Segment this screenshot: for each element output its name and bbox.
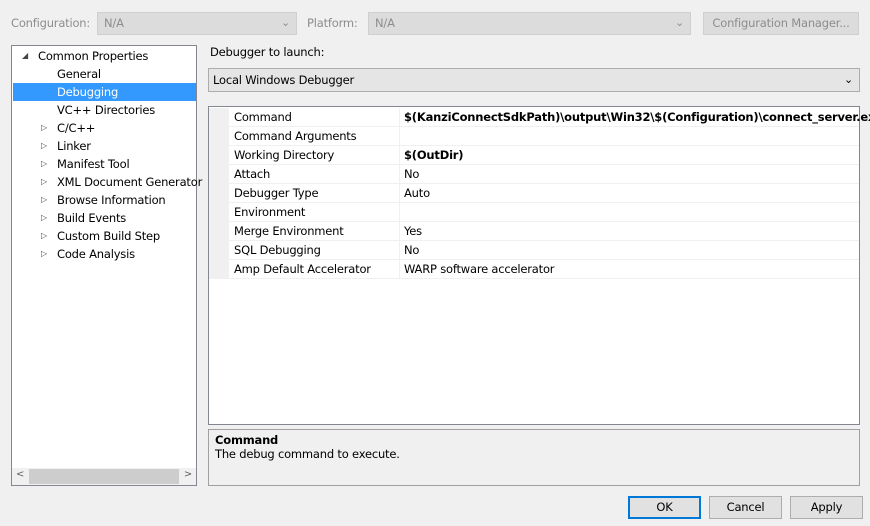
collapsed-arrow-icon[interactable]: ▷ (41, 155, 47, 173)
platform-label: Platform: (307, 16, 358, 30)
property-name: SQL Debugging (229, 241, 399, 260)
tree-item[interactable]: General (13, 65, 196, 83)
tree-item[interactable]: ▷ XML Document Generator (13, 173, 202, 191)
tree-item-label: Common Properties (38, 49, 149, 63)
row-gutter (209, 260, 229, 279)
property-value[interactable] (399, 127, 859, 146)
property-row[interactable]: Working Directory $(OutDir) (209, 146, 859, 165)
collapsed-arrow-icon[interactable]: ▷ (41, 227, 47, 245)
property-value[interactable]: No (399, 165, 859, 184)
tree-item[interactable]: ▷ C/C++ (13, 119, 196, 137)
row-gutter (209, 127, 229, 146)
scrollbar-thumb[interactable] (29, 469, 179, 484)
collapsed-arrow-icon[interactable]: ▷ (41, 209, 47, 227)
row-gutter (209, 222, 229, 241)
tree-item-label: Browse Information (57, 193, 166, 207)
description-title: Command (215, 433, 279, 447)
apply-button[interactable]: Apply (790, 496, 863, 519)
property-value[interactable]: $(OutDir) (399, 146, 859, 165)
row-gutter (209, 108, 229, 127)
collapsed-arrow-icon[interactable]: ▷ (41, 173, 47, 191)
property-name: Merge Environment (229, 222, 399, 241)
chevron-down-icon: ⌄ (843, 73, 853, 86)
description-text: The debug command to execute. (215, 447, 400, 461)
property-row[interactable]: Command $(KanziConnectSdkPath)\output\Win… (209, 108, 870, 127)
property-row[interactable]: Merge Environment Yes (209, 222, 859, 241)
tree-item[interactable]: ▷ Linker (13, 137, 196, 155)
property-value[interactable]: Auto (399, 184, 859, 203)
tree-item[interactable]: ▷ Custom Build Step (13, 227, 196, 245)
cancel-button[interactable]: Cancel (709, 496, 782, 519)
row-gutter (209, 184, 229, 203)
tree-item[interactable]: Debugging (13, 83, 196, 101)
configuration-value: N/A (104, 16, 124, 30)
platform-value: N/A (375, 16, 395, 30)
property-value[interactable]: WARP software accelerator (399, 260, 859, 279)
collapsed-arrow-icon[interactable]: ▷ (41, 191, 47, 209)
tree-item-label: C/C++ (57, 121, 96, 135)
property-name: Debugger Type (229, 184, 399, 203)
scroll-left-icon[interactable]: < (16, 469, 24, 480)
row-gutter (209, 241, 229, 260)
property-name: Working Directory (229, 146, 399, 165)
tree-item[interactable]: ▷ Manifest Tool (13, 155, 196, 173)
property-name: Attach (229, 165, 399, 184)
tree-item-label: Linker (57, 139, 91, 153)
configuration-manager-button[interactable]: Configuration Manager... (703, 12, 859, 35)
debugger-combo[interactable]: Local Windows Debugger ⌄ (208, 68, 860, 92)
tree-item-label: Build Events (57, 211, 127, 225)
configuration-combo[interactable]: N/A ⌄ (97, 12, 297, 35)
horizontal-scrollbar[interactable]: < > (12, 468, 196, 485)
property-row[interactable]: SQL Debugging No (209, 241, 859, 260)
row-gutter (209, 165, 229, 184)
tree-item-label: VC++ Directories (57, 103, 156, 117)
property-row[interactable]: Debugger Type Auto (209, 184, 859, 203)
property-grid[interactable]: Command $(KanziConnectSdkPath)\output\Win… (208, 106, 870, 425)
platform-combo[interactable]: N/A ⌄ (368, 12, 691, 35)
chevron-down-icon: ⌄ (674, 16, 684, 29)
property-row[interactable]: Environment (209, 203, 859, 222)
property-name: Environment (229, 203, 399, 222)
tree-item[interactable]: ▷ Browse Information (13, 191, 196, 209)
row-gutter (209, 203, 229, 222)
property-value[interactable]: Yes (399, 222, 859, 241)
debugger-value: Local Windows Debugger (213, 73, 354, 87)
ok-button[interactable]: OK (628, 496, 701, 519)
property-row[interactable]: Command Arguments (209, 127, 859, 146)
property-value[interactable]: $(KanziConnectSdkPath)\output\Win32\$(Co… (399, 108, 870, 127)
chevron-down-icon: ⌄ (280, 16, 290, 29)
tree-item-label: XML Document Generator (57, 175, 203, 189)
property-tree[interactable]: ◢ Common Properties General Debugging VC++ D… (11, 45, 202, 486)
property-name: Command (229, 108, 399, 127)
tree-item[interactable]: VC++ Directories (13, 101, 196, 119)
property-name: Command Arguments (229, 127, 399, 146)
tree-item-label: Debugging (57, 85, 119, 99)
property-value[interactable]: No (399, 241, 859, 260)
description-panel: Command The debug command to execute. (208, 429, 860, 486)
collapsed-arrow-icon[interactable]: ▷ (41, 119, 47, 137)
property-name: Amp Default Accelerator (229, 260, 399, 279)
tree-item[interactable]: ◢ Common Properties (13, 47, 196, 65)
collapsed-arrow-icon[interactable]: ▷ (41, 137, 47, 155)
tree-item-label: Manifest Tool (57, 157, 130, 171)
tree-item-label: Custom Build Step (57, 229, 161, 243)
property-row[interactable]: Attach No (209, 165, 859, 184)
property-row[interactable]: Amp Default Accelerator WARP software acc… (209, 260, 859, 279)
collapsed-arrow-icon[interactable]: ▷ (41, 245, 47, 263)
scroll-right-icon[interactable]: > (184, 469, 192, 480)
tree-item-label: General (57, 67, 101, 81)
debugger-label: Debugger to launch: (210, 45, 325, 59)
tree-item-label: Code Analysis (57, 247, 135, 261)
expanded-arrow-icon[interactable]: ◢ (22, 47, 28, 65)
property-value[interactable] (399, 203, 859, 222)
row-gutter (209, 146, 229, 165)
tree-item[interactable]: ▷ Build Events (13, 209, 196, 227)
configuration-label: Configuration: (11, 16, 91, 30)
tree-item[interactable]: ▷ Code Analysis (13, 245, 196, 263)
